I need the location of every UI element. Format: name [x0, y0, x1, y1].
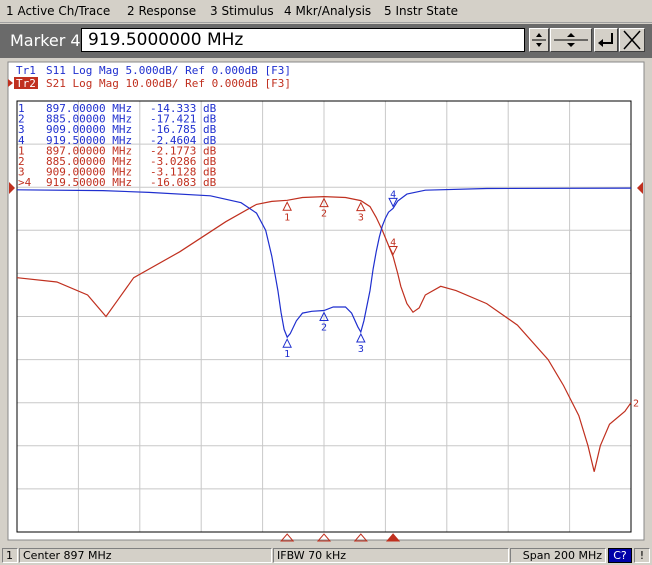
trace-1-id[interactable]: Tr1 [16, 64, 36, 77]
menu-instr-state[interactable]: 5 Instr State [384, 4, 458, 18]
trace-1-label: S11 Log Mag 5.000dB/ Ref 0.000dB [F3] [46, 64, 291, 77]
trace-2-id[interactable]: Tr2 [16, 77, 36, 90]
marker-label: 2 [321, 209, 327, 220]
marker-label: 4 [390, 189, 396, 200]
status-center: Center 897 MHz [19, 548, 272, 563]
marker-label: 4 [390, 238, 396, 249]
status-warning[interactable]: ! [634, 548, 650, 563]
marker-label: 1 [284, 212, 290, 223]
chart-svg[interactable]: Tr1 S11 Log Mag 5.000dB/ Ref 0.000dB [F3… [0, 60, 652, 543]
marker-value: -16.083 dB [150, 176, 217, 189]
menu-response[interactable]: 2 Response [127, 4, 196, 18]
step-updown-icon [554, 33, 588, 47]
marker-number: >4 [18, 176, 32, 189]
entry-bar: Marker 4 919.5000000 MHz [0, 24, 652, 58]
status-span: Span 200 MHz [510, 548, 606, 563]
menu-bar: 1 Active Ch/Trace 2 Response 3 Stimulus … [0, 0, 652, 23]
status-ifbw: IFBW 70 kHz [273, 548, 509, 563]
marker-label: 1 [284, 349, 290, 360]
marker-label: 3 [358, 213, 364, 224]
status-channel: 1 [2, 548, 18, 563]
menu-stimulus[interactable]: 3 Stimulus [210, 4, 274, 18]
spin-updown-button[interactable] [529, 28, 549, 52]
chart-window: Tr1 S11 Log Mag 5.000dB/ Ref 0.000dB [F3… [0, 60, 652, 543]
marker-label: 2 [321, 322, 327, 333]
enter-button[interactable] [594, 28, 618, 52]
marker-frequency-input[interactable]: 919.5000000 MHz [81, 28, 525, 52]
spin-updown-icon [532, 33, 546, 47]
enter-icon [598, 33, 613, 47]
marker-table: 1 897.00000 MHz -14.333 dB2 885.00000 MHz -1… [18, 102, 217, 189]
s21-trace-end-label: 2 [633, 399, 639, 410]
trace-2-label: S21 Log Mag 10.00dB/ Ref 0.000dB [F3] [46, 77, 291, 90]
menu-active-ch-trace[interactable]: 1 Active Ch/Trace [6, 4, 110, 18]
marker-frequency: 919.50000 MHz [46, 176, 132, 189]
close-button[interactable] [619, 28, 645, 52]
menu-mkr-analysis[interactable]: 4 Mkr/Analysis [284, 4, 371, 18]
step-updown-button[interactable] [550, 28, 592, 52]
status-c2f-badge[interactable]: C? [608, 548, 632, 563]
close-icon [623, 30, 641, 50]
status-bar: 1 Center 897 MHz IFBW 70 kHz Span 200 MH… [0, 546, 652, 565]
entry-label: Marker 4 [10, 31, 81, 50]
marker-label: 3 [358, 344, 364, 355]
